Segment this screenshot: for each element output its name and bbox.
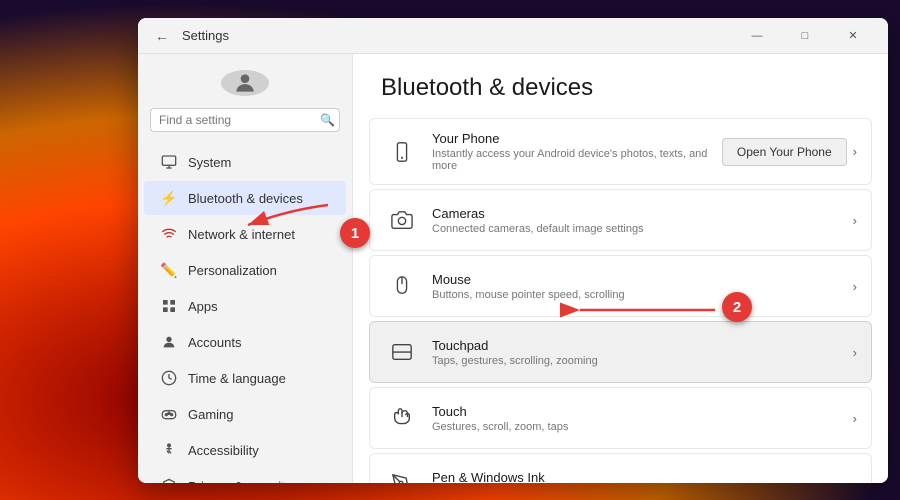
sidebar-item-accessibility[interactable]: Accessibility (144, 433, 346, 467)
sidebar-item-system-label: System (188, 155, 231, 170)
mouse-action: › (853, 279, 857, 294)
sidebar-item-accessibility-label: Accessibility (188, 443, 259, 458)
mouse-title: Mouse (432, 272, 841, 287)
open-your-phone-button[interactable]: Open Your Phone (722, 138, 847, 166)
sidebar-item-accounts[interactable]: Accounts (144, 325, 346, 359)
annotation-2: 2 (722, 292, 752, 322)
chevron-icon: › (853, 144, 857, 159)
main-panel: Bluetooth & devices Your Phone Instantly… (353, 54, 888, 483)
search-icon: 🔍 (320, 113, 335, 127)
sidebar-item-personalization-label: Personalization (188, 263, 277, 278)
cameras-desc: Connected cameras, default image setting… (432, 223, 841, 235)
personalization-icon: ✏️ (160, 261, 178, 279)
chevron-icon: › (853, 213, 857, 228)
touchpad-text: Touchpad Taps, gestures, scrolling, zoom… (420, 338, 853, 367)
sidebar-item-apps-label: Apps (188, 299, 218, 314)
pen-icon (384, 466, 420, 483)
your-phone-title: Your Phone (432, 131, 710, 146)
sidebar-item-network-label: Network & internet (188, 227, 295, 242)
sidebar-item-accounts-label: Accounts (188, 335, 241, 350)
cameras-text: Cameras Connected cameras, default image… (420, 206, 853, 235)
sidebar-item-apps[interactable]: Apps (144, 289, 346, 323)
settings-item-pen[interactable]: Pen & Windows Ink Right-handed or left-h… (369, 453, 872, 483)
title-bar: ← Settings — □ ✕ (138, 18, 888, 54)
search-box[interactable]: 🔍 (150, 108, 340, 132)
settings-window: ← Settings — □ ✕ 🔍 (138, 18, 888, 483)
mouse-text: Mouse Buttons, mouse pointer speed, scro… (420, 272, 853, 301)
pen-title: Pen & Windows Ink (432, 470, 841, 484)
touch-title: Touch (432, 404, 841, 419)
your-phone-desc: Instantly access your Android device's p… (432, 148, 710, 172)
sidebar-item-network[interactable]: Network & internet (144, 217, 346, 251)
touchpad-desc: Taps, gestures, scrolling, zooming (432, 355, 841, 367)
settings-item-your-phone[interactable]: Your Phone Instantly access your Android… (369, 118, 872, 185)
chevron-icon: › (853, 477, 857, 484)
settings-list: Your Phone Instantly access your Android… (353, 118, 888, 483)
sidebar-item-gaming[interactable]: Gaming (144, 397, 346, 431)
touchpad-icon (384, 334, 420, 370)
network-icon (160, 225, 178, 243)
avatar (221, 70, 269, 96)
your-phone-text: Your Phone Instantly access your Android… (420, 131, 722, 172)
maximize-button[interactable]: □ (782, 18, 828, 54)
apps-icon (160, 297, 178, 315)
settings-item-cameras[interactable]: Cameras Connected cameras, default image… (369, 189, 872, 251)
close-button[interactable]: ✕ (830, 18, 876, 54)
window-controls: — □ ✕ (734, 18, 876, 54)
cameras-title: Cameras (432, 206, 841, 221)
chevron-icon: › (853, 279, 857, 294)
bluetooth-icon: ⚡ (160, 189, 178, 207)
sidebar-item-time[interactable]: Time & language (144, 361, 346, 395)
cameras-action: › (853, 213, 857, 228)
camera-icon (384, 202, 420, 238)
touch-desc: Gestures, scroll, zoom, taps (432, 421, 841, 433)
chevron-icon: › (853, 411, 857, 426)
sidebar-item-system[interactable]: System (144, 145, 346, 179)
annotation-1: 1 (340, 218, 370, 248)
sidebar-item-time-label: Time & language (188, 371, 286, 386)
window-title: Settings (182, 28, 229, 43)
touch-icon (384, 400, 420, 436)
minimize-button[interactable]: — (734, 18, 780, 54)
chevron-icon: › (853, 345, 857, 360)
sidebar-item-privacy[interactable]: Privacy & security (144, 469, 346, 483)
your-phone-action: Open Your Phone › (722, 138, 857, 166)
sidebar: 🔍 System ⚡ Bluetooth & devices Network &… (138, 54, 353, 483)
sidebar-item-bluetooth-label: Bluetooth & devices (188, 191, 303, 206)
sidebar-item-personalization[interactable]: ✏️ Personalization (144, 253, 346, 287)
back-button[interactable]: ← (150, 24, 174, 48)
mouse-icon (384, 268, 420, 304)
time-icon (160, 369, 178, 387)
pen-text: Pen & Windows Ink Right-handed or left-h… (420, 470, 853, 484)
touchpad-action: › (853, 345, 857, 360)
settings-item-touch[interactable]: Touch Gestures, scroll, zoom, taps › (369, 387, 872, 449)
system-icon (160, 153, 178, 171)
accounts-icon (160, 333, 178, 351)
privacy-icon (160, 477, 178, 483)
sidebar-item-privacy-label: Privacy & security (188, 479, 291, 484)
phone-icon (384, 134, 420, 170)
touch-text: Touch Gestures, scroll, zoom, taps (420, 404, 853, 433)
pen-action: › (853, 477, 857, 484)
settings-item-touchpad[interactable]: Touchpad Taps, gestures, scrolling, zoom… (369, 321, 872, 383)
mouse-desc: Buttons, mouse pointer speed, scrolling (432, 289, 841, 301)
search-input[interactable] (159, 113, 314, 127)
sidebar-item-bluetooth[interactable]: ⚡ Bluetooth & devices (144, 181, 346, 215)
touchpad-title: Touchpad (432, 338, 841, 353)
accessibility-icon (160, 441, 178, 459)
gaming-icon (160, 405, 178, 423)
page-title: Bluetooth & devices (353, 54, 888, 118)
settings-item-mouse[interactable]: Mouse Buttons, mouse pointer speed, scro… (369, 255, 872, 317)
touch-action: › (853, 411, 857, 426)
sidebar-item-gaming-label: Gaming (188, 407, 234, 422)
window-body: 🔍 System ⚡ Bluetooth & devices Network &… (138, 54, 888, 483)
